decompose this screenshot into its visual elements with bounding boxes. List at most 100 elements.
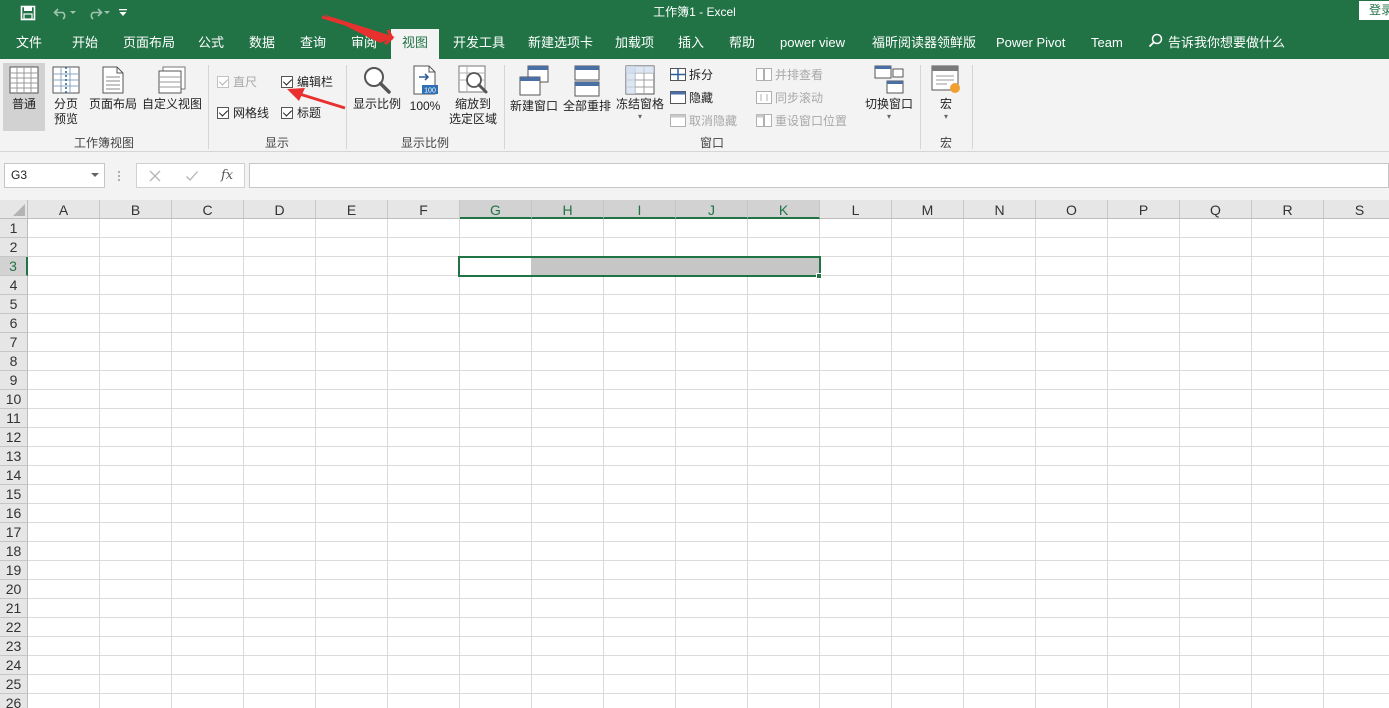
tab-query[interactable]: 查询 — [300, 26, 326, 59]
page-break-preview-label-1: 分页 — [53, 97, 78, 111]
row-header-24[interactable]: 24 — [0, 656, 28, 675]
row-header-18[interactable]: 18 — [0, 542, 28, 561]
row-header-13[interactable]: 13 — [0, 447, 28, 466]
login-button[interactable]: 登录 — [1359, 1, 1389, 20]
cancel-icon[interactable] — [148, 169, 162, 186]
row-header-3[interactable]: 3 — [0, 257, 28, 276]
name-box[interactable]: G3 — [4, 163, 105, 188]
zoom-to-selection-button[interactable]: 缩放到 选定区域 — [446, 63, 500, 131]
column-header-f[interactable]: F — [388, 200, 460, 219]
select-all-corner[interactable] — [0, 200, 28, 219]
row-header-11[interactable]: 11 — [0, 409, 28, 428]
column-header-j[interactable]: J — [676, 200, 748, 219]
row-header-9[interactable]: 9 — [0, 371, 28, 390]
row-header-6[interactable]: 6 — [0, 314, 28, 333]
tab-developer[interactable]: 开发工具 — [453, 26, 505, 59]
tab-foxit-reader[interactable]: 福昕阅读器领鲜版 — [872, 26, 976, 59]
tab-team[interactable]: Team — [1091, 26, 1123, 59]
row-header-22[interactable]: 22 — [0, 618, 28, 637]
synchronous-scrolling-button[interactable]: 同步滚动 — [756, 89, 823, 106]
arrange-all-button[interactable]: 全部重排 — [562, 63, 612, 131]
enter-icon[interactable] — [185, 169, 199, 186]
column-header-s[interactable]: S — [1324, 200, 1389, 219]
page-layout-view-button[interactable]: 页面布局 — [88, 63, 138, 131]
macros-button[interactable]: 宏 ▾ — [926, 63, 966, 131]
unhide-window-button[interactable]: 取消隐藏 — [670, 112, 737, 129]
column-header-l[interactable]: L — [820, 200, 892, 219]
row-header-4[interactable]: 4 — [0, 276, 28, 295]
fill-handle[interactable] — [816, 273, 822, 279]
column-header-p[interactable]: P — [1108, 200, 1180, 219]
column-header-e[interactable]: E — [316, 200, 388, 219]
zoom-button[interactable]: 显示比例 — [351, 63, 403, 131]
row-header-1[interactable]: 1 — [0, 219, 28, 238]
row-header-26[interactable]: 26 — [0, 694, 28, 708]
row-header-5[interactable]: 5 — [0, 295, 28, 314]
ruler-checkbox[interactable]: 直尺 — [217, 73, 257, 90]
formula-bar-checkbox[interactable]: 编辑栏 — [281, 73, 333, 90]
reset-window-position-button[interactable]: 重设窗口位置 — [756, 112, 847, 129]
column-header-g[interactable]: G — [460, 200, 532, 219]
row-header-12[interactable]: 12 — [0, 428, 28, 447]
page-break-preview-button[interactable]: 分页 预览 — [48, 63, 84, 131]
column-header-n[interactable]: N — [964, 200, 1036, 219]
tab-formulas[interactable]: 公式 — [198, 26, 224, 59]
row-header-20[interactable]: 20 — [0, 580, 28, 599]
tab-view[interactable]: 视图 — [391, 29, 440, 59]
row-header-14[interactable]: 14 — [0, 466, 28, 485]
headings-checkbox[interactable]: 标题 — [281, 104, 321, 121]
tab-page-layout[interactable]: 页面布局 — [123, 26, 175, 59]
row-header-19[interactable]: 19 — [0, 561, 28, 580]
row-header-10[interactable]: 10 — [0, 390, 28, 409]
row-header-23[interactable]: 23 — [0, 637, 28, 656]
tab-help[interactable]: 帮助 — [729, 26, 755, 59]
row-header-15[interactable]: 15 — [0, 485, 28, 504]
row-header-17[interactable]: 17 — [0, 523, 28, 542]
insert-function-icon[interactable]: fx — [221, 168, 233, 183]
column-header-a[interactable]: A — [28, 200, 100, 219]
column-header-m[interactable]: M — [892, 200, 964, 219]
hide-window-button[interactable]: 隐藏 — [670, 89, 713, 106]
row-header-25[interactable]: 25 — [0, 675, 28, 694]
column-header-i[interactable]: I — [604, 200, 676, 219]
row-gridline — [28, 332, 1389, 333]
column-header-o[interactable]: O — [1036, 200, 1108, 219]
column-header-b[interactable]: B — [100, 200, 172, 219]
freeze-panes-button[interactable]: 冻结窗格 ▾ — [614, 63, 666, 131]
tab-add-ins[interactable]: 加载项 — [615, 26, 654, 59]
switch-windows-button[interactable]: 切换窗口 ▾ — [862, 63, 916, 131]
row-header-2[interactable]: 2 — [0, 238, 28, 257]
row-header-8[interactable]: 8 — [0, 352, 28, 371]
column-header-q[interactable]: Q — [1180, 200, 1252, 219]
row-header-7[interactable]: 7 — [0, 333, 28, 352]
tell-me-search[interactable]: 告诉我你想要做什么 — [1148, 26, 1285, 59]
column-header-d[interactable]: D — [244, 200, 316, 219]
tab-data[interactable]: 数据 — [249, 26, 275, 59]
formula-bar-area: G3 fx — [0, 152, 1389, 200]
column-header-r[interactable]: R — [1252, 200, 1324, 219]
view-side-by-side-button[interactable]: 并排查看 — [756, 66, 823, 83]
more-options-icon[interactable] — [117, 169, 121, 183]
chevron-down-icon[interactable] — [91, 173, 99, 177]
custom-views-button[interactable]: 自定义视图 — [141, 63, 203, 131]
formula-input[interactable] — [249, 163, 1389, 188]
column-header-k[interactable]: K — [748, 200, 820, 219]
tab-insert[interactable]: 插入 — [678, 26, 704, 59]
tab-new-tab[interactable]: 新建选项卡 — [528, 26, 593, 59]
split-button[interactable]: 拆分 — [670, 66, 713, 83]
tab-power-view[interactable]: power view — [780, 26, 845, 59]
zoom-100-button[interactable]: 100 100% — [406, 63, 444, 131]
tab-file[interactable]: 文件 — [16, 26, 42, 59]
gridlines-checkbox[interactable]: 网格线 — [217, 104, 269, 121]
column-header-c[interactable]: C — [172, 200, 244, 219]
new-window-button[interactable]: 新建窗口 — [508, 63, 560, 131]
tab-review[interactable]: 审阅 — [351, 26, 377, 59]
row-header-16[interactable]: 16 — [0, 504, 28, 523]
tab-home[interactable]: 开始 — [72, 26, 98, 59]
worksheet-grid[interactable]: ABCDEFGHIJKLMNOPQRS 1 2 3 4 5 6 7 8 9 10 11 12 13 14 1… — [0, 200, 1389, 708]
normal-view-button[interactable]: 普通 — [3, 63, 45, 131]
column-header-h[interactable]: H — [532, 200, 604, 219]
tab-power-pivot[interactable]: Power Pivot — [996, 26, 1065, 59]
active-cell-g3[interactable] — [458, 256, 821, 277]
row-header-21[interactable]: 21 — [0, 599, 28, 618]
